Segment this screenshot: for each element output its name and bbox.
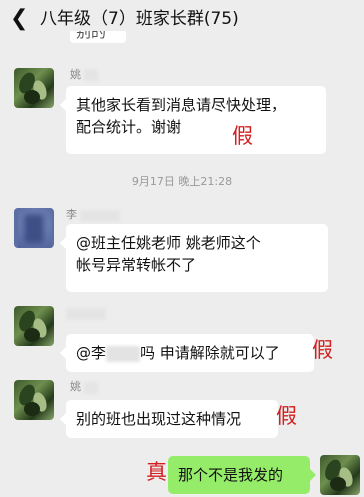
sender-name: 李 (66, 208, 77, 221)
message-line: 配合统计。谢谢 (76, 118, 182, 136)
avatar[interactable] (14, 306, 54, 346)
message-line: 帐号异常转帐不了 (76, 256, 197, 274)
timestamp: 9月17日 晚上21:28 (131, 175, 233, 188)
avatar[interactable] (14, 380, 54, 420)
redacted-text (106, 345, 141, 362)
redacted-name (80, 210, 120, 222)
annotation-mark: 假 (312, 338, 333, 362)
message-line: 其他家长看到消息请尽快处理， (76, 96, 287, 114)
sender-name: 姚 (70, 68, 81, 81)
self-message-bubble[interactable]: 那个不是我发的 (168, 456, 316, 494)
message-bubble[interactable]: @班主任姚老师 姚老师这个 帐号异常转帐不了 (60, 224, 328, 292)
message-text: 吗 申请解除就可以了 (140, 344, 280, 362)
message-bubble[interactable]: 别的班也出现过这种情况 (60, 400, 278, 438)
sender-name: 姚 (70, 380, 81, 393)
annotation-mark: 假 (276, 404, 297, 428)
annotation-mark: 假 (232, 124, 253, 148)
partial-message: 别的 (70, 31, 126, 43)
redacted-name (84, 382, 98, 394)
redacted-name (66, 308, 106, 320)
message-line: 别的班也出现过这种情况 (76, 410, 242, 428)
message-mention: @李 (76, 344, 107, 362)
chat-title: 八年级（7）班家长群(75) (40, 9, 239, 29)
avatar[interactable] (14, 208, 54, 248)
chevron-left-icon[interactable]: ❮ (10, 7, 30, 31)
message-line: @班主任姚老师 姚老师这个 (76, 234, 261, 252)
message-bubble[interactable]: @李 吗 申请解除就可以了 (60, 334, 314, 372)
self-avatar[interactable] (320, 455, 360, 495)
redacted-name (84, 69, 98, 81)
annotation-mark: 真 (146, 460, 167, 484)
message-text: 那个不是我发的 (178, 466, 284, 484)
message-bubble[interactable]: 其他家长看到消息请尽快处理， 配合统计。谢谢 (60, 86, 326, 154)
avatar[interactable] (14, 68, 54, 108)
chat-header: ❮ 八年级（7）班家长群(75) (0, 0, 364, 38)
